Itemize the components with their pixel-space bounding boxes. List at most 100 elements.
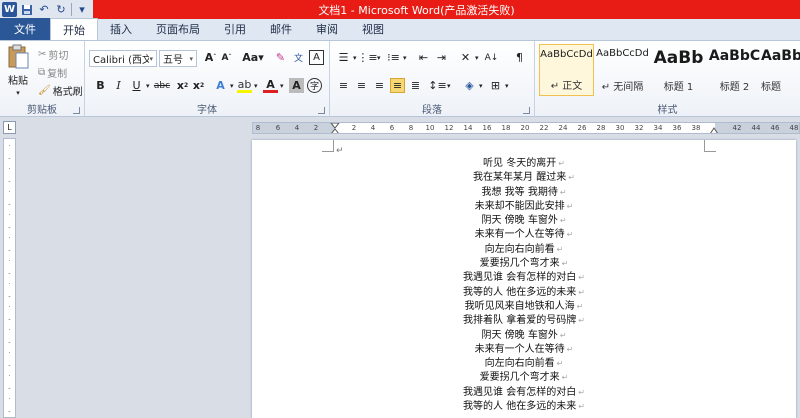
style-no-spacing[interactable]: AaBbCcDd ↵ 无间隔	[595, 44, 650, 96]
asian-layout-button[interactable]: ✕ ▾	[458, 50, 479, 65]
paragraph-launcher-icon[interactable]	[523, 107, 530, 114]
subscript-button[interactable]: x2	[175, 78, 190, 93]
bold-button[interactable]: B	[93, 78, 108, 93]
line-spacing-button[interactable]: ↕≡ ▾	[428, 78, 450, 93]
paste-label: 粘贴	[8, 76, 28, 87]
word-logo-icon[interactable]: W	[2, 2, 17, 17]
style-heading-2[interactable]: AaBbC 标题 2	[707, 44, 762, 96]
line-text: 我等的人 他在多远的未来	[463, 286, 577, 298]
document-line[interactable]: 我等的人 他在多远的未来 ↵	[252, 400, 796, 414]
change-case-button[interactable]: Aa▾	[242, 50, 263, 65]
clipboard-group-label: 剪贴板	[27, 105, 57, 116]
document-line[interactable]: 我在某年某月 醒过来 ↵	[252, 171, 796, 185]
copy-button[interactable]: ⧉ 复制	[38, 65, 67, 80]
distributed-icon[interactable]: ≣	[408, 78, 423, 93]
document-page[interactable]: ↵ 听见 冬天的离开 ↵ 我在某年某月 醒过来 ↵ 我想 我等 我期待 ↵ 未来却不能因此安…	[252, 140, 796, 418]
document-line[interactable]: 阴天 傍晚 车窗外 ↵	[252, 329, 796, 343]
document-line[interactable]: 向左向右向前看 ↵	[252, 243, 796, 257]
phonetic-guide-icon[interactable]: 文	[291, 50, 306, 65]
ruler-tick-label: 22	[539, 124, 549, 132]
document-line[interactable]: 爱要拐几个弯才来 ↵	[252, 371, 796, 385]
numbering-button[interactable]: ⋮≡ ▾	[357, 50, 380, 65]
style-normal[interactable]: AaBbCcDd ↵ 正文	[539, 44, 594, 96]
italic-button[interactable]: I	[111, 78, 126, 93]
enclose-char-icon[interactable]: 字	[307, 78, 322, 93]
tab-file[interactable]: 文件	[0, 18, 50, 40]
document-line[interactable]: 未来有一个人在等待 ↵	[252, 343, 796, 357]
tab-page-layout[interactable]: 页面布局	[144, 18, 212, 40]
ruler-tick-label: 6	[275, 124, 281, 132]
line-text: 未来有一个人在等待	[474, 229, 565, 241]
document-line[interactable]: 我遇见谁 会有怎样的对白 ↵	[252, 271, 796, 285]
superscript-button[interactable]: x2	[191, 78, 206, 93]
font-color-button[interactable]: A ▾	[263, 78, 284, 93]
sort-icon[interactable]: A↓	[484, 50, 499, 65]
shading-button[interactable]: ◈ ▾	[462, 78, 482, 93]
paste-button[interactable]: 粘贴 ▾	[5, 44, 31, 97]
right-indent-marker-icon[interactable]	[709, 123, 719, 134]
bullets-button[interactable]: ☰ ▾	[336, 50, 357, 65]
borders-button[interactable]: ⊞ ▾	[488, 78, 509, 93]
ruler-tick-label: 18	[501, 124, 511, 132]
tab-home[interactable]: 开始	[50, 18, 98, 40]
document-line[interactable]: 未来却不能因此安排 ↵	[252, 200, 796, 214]
document-line[interactable]: 我排着队 拿着爱的号码牌 ↵	[252, 314, 796, 328]
document-line[interactable]: 我遇见谁 会有怎样的对白 ↵	[252, 386, 796, 400]
line-break-mark: ↵	[559, 187, 567, 197]
ruler-row: L 8 6 4 2 2 4 6 8 10 12 14 16 18 20 22 24 26 28 30 32 34 36 38…	[0, 118, 800, 138]
multilevel-list-button[interactable]: ⁝≡ ▾	[386, 50, 406, 65]
tab-references[interactable]: 引用	[212, 18, 258, 40]
text-effects-button[interactable]: A ▾	[213, 78, 233, 93]
decrease-indent-icon[interactable]: ⇤	[416, 50, 431, 65]
char-shading-icon[interactable]: A	[289, 78, 304, 93]
grow-font-button[interactable]: Aˆ	[203, 50, 218, 65]
customize-qat-icon[interactable]: ▾	[75, 3, 89, 17]
font-group: Calibri (西文正▾ 五号▾ Aˆ Aˇ Aa▾ ✎ 文 A B I U▾…	[85, 41, 330, 117]
tab-selector[interactable]: L	[3, 121, 16, 134]
font-size-dropdown[interactable]: 五号 ▾	[159, 50, 197, 67]
format-painter-button[interactable]: 🖌 格式刷	[38, 83, 83, 98]
align-right-icon[interactable]: ≡	[372, 78, 387, 93]
align-left-icon[interactable]: ≡	[336, 78, 351, 93]
document-line[interactable]: 阴天 傍晚 车窗外 ↵	[252, 214, 796, 228]
style-title[interactable]: AaBb 标题	[761, 44, 800, 96]
horizontal-ruler[interactable]: 8 6 4 2 2 4 6 8 10 12 14 16 18 20 22 24 26 28 30 32 34 36 38 42…	[252, 122, 800, 134]
tab-mailings[interactable]: 邮件	[258, 18, 304, 40]
document-line[interactable]: 爱要拐几个弯才来 ↵	[252, 257, 796, 271]
document-line[interactable]: 听见 冬天的离开 ↵	[252, 157, 796, 171]
strikethrough-button[interactable]: abc	[153, 78, 171, 93]
document-line[interactable]: 向左向右向前看 ↵	[252, 357, 796, 371]
redo-icon[interactable]: ↻	[54, 3, 68, 17]
line-break-mark: ↵	[558, 159, 565, 168]
line-text: 我在某年某月 醒过来	[473, 172, 567, 184]
document-line[interactable]: 未来有一个人在等待 ↵	[252, 228, 796, 242]
indent-marker-icon[interactable]	[330, 123, 340, 134]
vertical-ruler-tick: -	[8, 223, 11, 231]
underline-button[interactable]: U ▾	[129, 78, 149, 93]
justify-icon[interactable]: ≡	[390, 78, 405, 93]
document-line[interactable]: 我听见风来自地铁和人海 ↵	[252, 300, 796, 314]
save-icon[interactable]	[20, 3, 34, 17]
align-center-icon[interactable]: ≡	[354, 78, 369, 93]
style-heading-1[interactable]: AaBb 标题 1	[651, 44, 706, 96]
font-launcher-icon[interactable]	[318, 107, 325, 114]
vertical-ruler[interactable]: · - · - · - · - · - · - · - · - · - · - · - · -	[3, 138, 16, 418]
show-marks-icon[interactable]: ¶	[512, 50, 527, 65]
paste-icon	[8, 44, 29, 69]
increase-indent-icon[interactable]: ⇥	[434, 50, 449, 65]
char-border-icon[interactable]: A	[309, 50, 324, 65]
clipboard-launcher-icon[interactable]	[73, 107, 80, 114]
document-body[interactable]: 听见 冬天的离开 ↵ 我在某年某月 醒过来 ↵ 我想 我等 我期待 ↵ 未来却不能因此安排 ↵…	[252, 157, 796, 414]
document-line[interactable]: 我等的人 他在多远的未来 ↵	[252, 286, 796, 300]
cut-button[interactable]: ✂ 剪切	[38, 47, 68, 62]
clear-format-icon[interactable]: ✎	[273, 50, 288, 65]
font-name-dropdown[interactable]: Calibri (西文正▾	[89, 50, 157, 67]
highlight-button[interactable]: ab ▾	[237, 78, 258, 93]
shrink-font-button[interactable]: Aˇ	[219, 50, 234, 65]
document-line[interactable]: 我想 我等 我期待 ↵	[252, 186, 796, 200]
tab-view[interactable]: 视图	[350, 18, 396, 40]
tab-insert[interactable]: 插入	[98, 18, 144, 40]
tab-review[interactable]: 审阅	[304, 18, 350, 40]
undo-icon[interactable]: ↶	[37, 3, 51, 17]
line-text: 我遇见谁 会有怎样的对白	[463, 386, 577, 398]
